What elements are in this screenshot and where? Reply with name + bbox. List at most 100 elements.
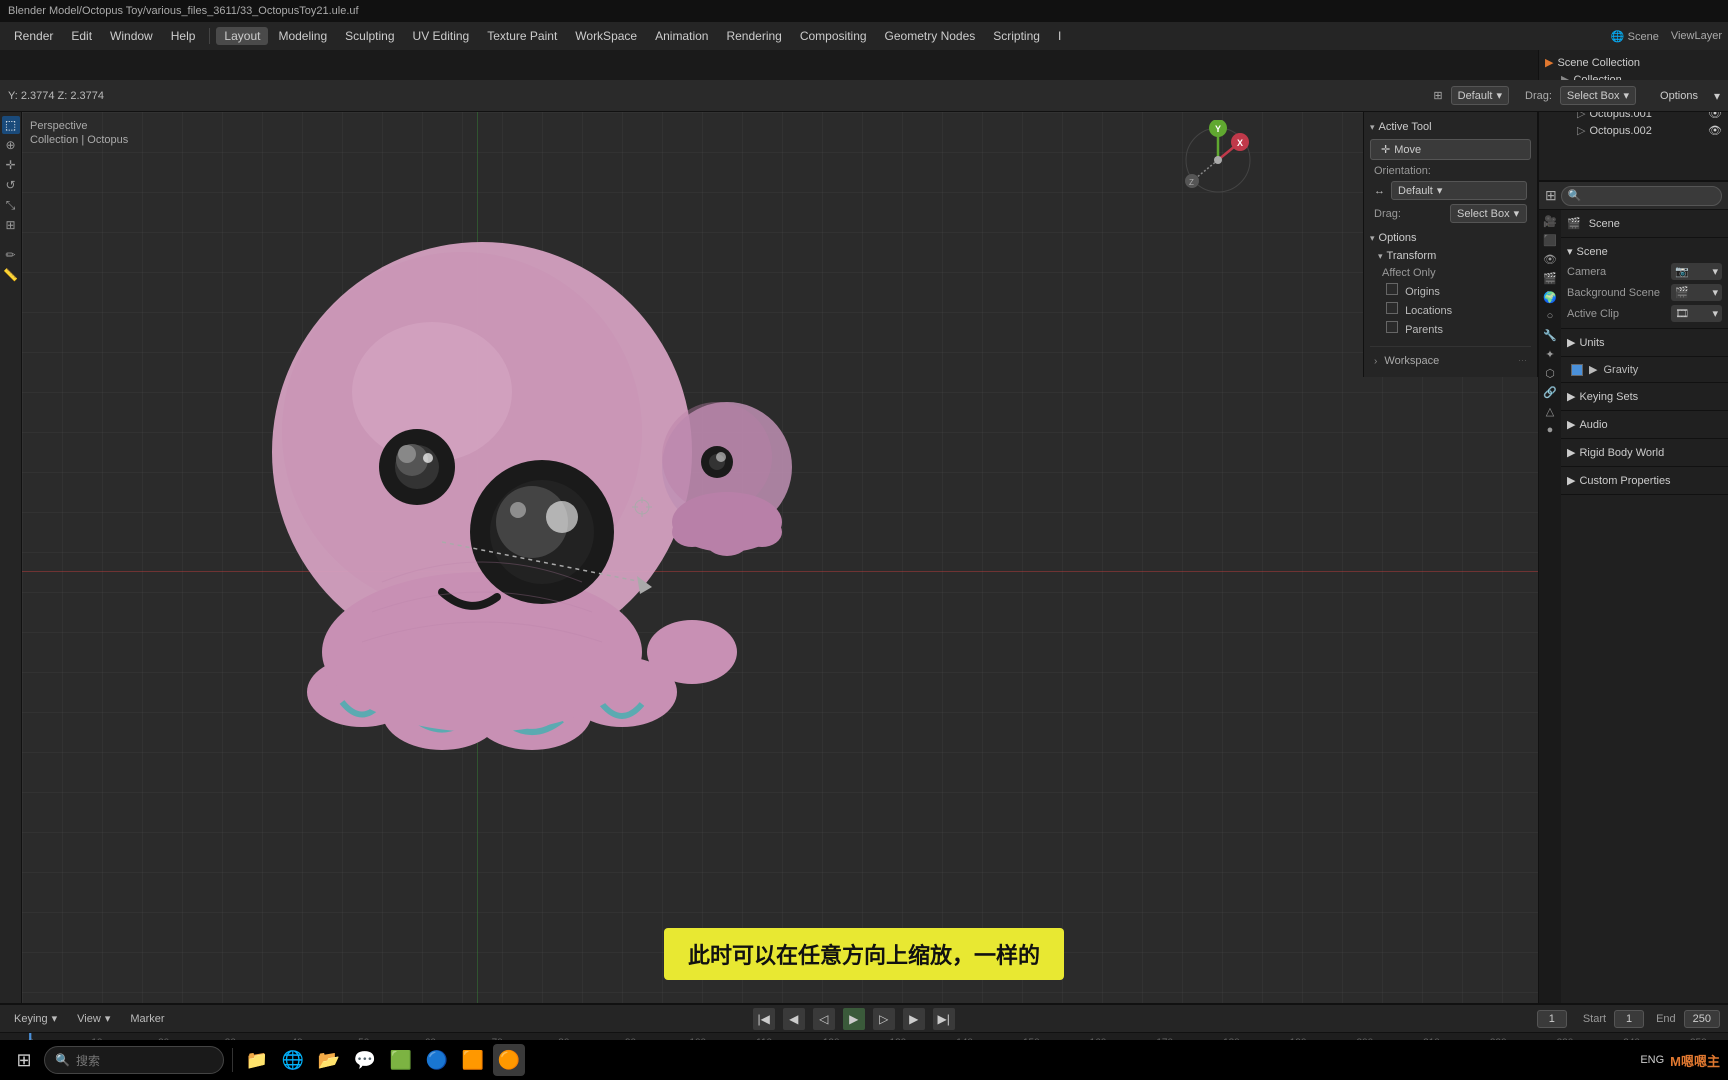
- navigation-gizmo[interactable]: X Y Z: [1178, 120, 1258, 200]
- taskbar-search-icon: 🔍: [55, 1053, 70, 1067]
- next-keyframe-btn[interactable]: ▷: [873, 1008, 895, 1030]
- active-clip-value[interactable]: 🎞 ▾: [1671, 305, 1722, 322]
- orientation-label: Orientation:: [1374, 165, 1444, 177]
- main-viewport[interactable]: Perspective Collection | Octopus: [22, 112, 1538, 1030]
- next-frame-btn[interactable]: ▶: [903, 1008, 925, 1030]
- rigid-body-header[interactable]: ▶ Rigid Body World: [1567, 443, 1722, 462]
- gravity-item[interactable]: ▶ Gravity: [1567, 361, 1722, 378]
- tool-measure[interactable]: 📏: [2, 266, 20, 284]
- locations-checkbox[interactable]: [1386, 302, 1398, 314]
- props-icon-scene[interactable]: 🎬: [1541, 269, 1559, 287]
- menu-layout[interactable]: Layout: [216, 27, 268, 45]
- taskbar-browser[interactable]: 🌐: [277, 1044, 309, 1076]
- gravity-checkbox[interactable]: [1571, 364, 1583, 376]
- props-icon-render[interactable]: 🎥: [1541, 212, 1559, 230]
- props-icon-physics[interactable]: ⬡: [1541, 364, 1559, 382]
- menu-geometry-nodes[interactable]: Geometry Nodes: [877, 27, 984, 45]
- current-frame[interactable]: 1: [1537, 1010, 1567, 1028]
- menu-sculpting[interactable]: Sculpting: [337, 27, 402, 45]
- frame-end[interactable]: 250: [1684, 1010, 1720, 1028]
- units-arrow: ▶: [1567, 336, 1575, 349]
- menu-rendering[interactable]: Rendering: [718, 27, 789, 45]
- taskbar-blender[interactable]: 🟠: [493, 1044, 525, 1076]
- props-icon-particles[interactable]: ✦: [1541, 345, 1559, 363]
- drag-select[interactable]: Select Box ▾: [1450, 204, 1527, 223]
- audio-section: ▶ Audio: [1561, 411, 1728, 439]
- bg-scene-value[interactable]: 🎬 ▾: [1671, 284, 1722, 301]
- jump-end-btn[interactable]: ▶|: [933, 1008, 955, 1030]
- collection-label: Collection | Octopus: [30, 134, 128, 146]
- outliner-item-octopus002[interactable]: ▷ Octopus.002 👁: [1539, 122, 1728, 139]
- keying-dropdown[interactable]: Keying ▾: [8, 1010, 63, 1027]
- keying-sets-header[interactable]: ▶ Keying Sets: [1567, 387, 1722, 406]
- workspace-link[interactable]: › Workspace ···: [1370, 351, 1531, 371]
- origins-checkbox[interactable]: [1386, 283, 1398, 295]
- parents-checkbox[interactable]: [1386, 321, 1398, 333]
- keying-sets-label: Keying Sets: [1579, 391, 1638, 403]
- taskbar-app1[interactable]: 🔵: [421, 1044, 453, 1076]
- audio-header[interactable]: ▶ Audio: [1567, 415, 1722, 434]
- orientation-value-row: ↔ Default ▾: [1370, 179, 1531, 202]
- rigid-body-label: Rigid Body World: [1579, 447, 1664, 459]
- options-header[interactable]: ▾ Options: [1370, 229, 1531, 247]
- marker-dropdown[interactable]: Marker: [124, 1011, 170, 1027]
- taskbar-chat1[interactable]: 💬: [349, 1044, 381, 1076]
- drag-label: Drag:: [1374, 208, 1444, 220]
- props-icon-view[interactable]: 👁: [1541, 250, 1559, 268]
- orientation-select[interactable]: Default ▾: [1391, 181, 1527, 200]
- menu-texture-paint[interactable]: Texture Paint: [479, 27, 565, 45]
- mode-select[interactable]: Default ▾: [1451, 86, 1509, 105]
- options-button[interactable]: Options: [1652, 88, 1706, 104]
- tool-annotate[interactable]: ✏: [2, 246, 20, 264]
- menu-workspace[interactable]: WorkSpace: [567, 27, 645, 45]
- custom-props-header[interactable]: ▶ Custom Properties: [1567, 471, 1722, 490]
- camera-value[interactable]: 📷 ▾: [1671, 263, 1722, 280]
- menu-extra[interactable]: I: [1050, 27, 1069, 45]
- octopus002-vis-icon[interactable]: 👁: [1708, 124, 1722, 137]
- props-icon-world[interactable]: 🌍: [1541, 288, 1559, 306]
- props-icon-object[interactable]: ○: [1541, 307, 1559, 325]
- taskbar-files[interactable]: 📂: [313, 1044, 345, 1076]
- props-icon-material[interactable]: ●: [1541, 421, 1559, 439]
- camera-label: Camera: [1567, 266, 1667, 278]
- tool-cursor[interactable]: ⊕: [2, 136, 20, 154]
- tool-transform[interactable]: ⊞: [2, 216, 20, 234]
- menu-edit[interactable]: Edit: [63, 27, 100, 45]
- menu-scripting[interactable]: Scripting: [985, 27, 1048, 45]
- tool-select[interactable]: ⬚: [2, 116, 20, 134]
- transform-header[interactable]: ▾ Transform: [1370, 247, 1531, 265]
- scene-section-header[interactable]: 🎬 Scene: [1567, 214, 1722, 233]
- menu-modeling[interactable]: Modeling: [270, 27, 335, 45]
- props-icon-data[interactable]: △: [1541, 402, 1559, 420]
- menu-help[interactable]: Help: [163, 27, 204, 45]
- jump-start-btn[interactable]: |◀: [753, 1008, 775, 1030]
- tool-move[interactable]: ✛: [2, 156, 20, 174]
- start-button[interactable]: ⊞: [8, 1044, 40, 1076]
- select-box-select[interactable]: Select Box ▾: [1560, 86, 1636, 105]
- tool-scale[interactable]: ⤡: [2, 196, 20, 214]
- props-search[interactable]: 🔍: [1561, 186, 1722, 206]
- menu-render[interactable]: Render: [6, 27, 61, 45]
- menu-animation[interactable]: Animation: [647, 27, 716, 45]
- frame-start[interactable]: 1: [1614, 1010, 1644, 1028]
- taskbar-file-mgr[interactable]: 📁: [241, 1044, 273, 1076]
- menu-window[interactable]: Window: [102, 27, 161, 45]
- taskbar-chat2[interactable]: 🟩: [385, 1044, 417, 1076]
- props-icon-modifier[interactable]: 🔧: [1541, 326, 1559, 344]
- taskbar-search[interactable]: 🔍 搜索: [44, 1046, 224, 1074]
- prev-frame-btn[interactable]: ◀: [783, 1008, 805, 1030]
- active-tool-header[interactable]: ▾ Active Tool: [1370, 118, 1531, 136]
- props-icon-constraints[interactable]: 🔗: [1541, 383, 1559, 401]
- play-btn[interactable]: ▶: [843, 1008, 865, 1030]
- prev-keyframe-btn[interactable]: ◁: [813, 1008, 835, 1030]
- taskbar-app2[interactable]: 🟧: [457, 1044, 489, 1076]
- menu-uv-editing[interactable]: UV Editing: [405, 27, 478, 45]
- menu-compositing[interactable]: Compositing: [792, 27, 875, 45]
- props-icon-output[interactable]: ⬛: [1541, 231, 1559, 249]
- outliner-item-scene-collection[interactable]: ▶ Scene Collection: [1539, 54, 1728, 71]
- scene-props-header[interactable]: ▾ Scene: [1567, 242, 1722, 261]
- move-button[interactable]: ✛ Move: [1370, 139, 1531, 160]
- units-header[interactable]: ▶ Units: [1567, 333, 1722, 352]
- tool-rotate[interactable]: ↺: [2, 176, 20, 194]
- view-dropdown[interactable]: View ▾: [71, 1010, 116, 1027]
